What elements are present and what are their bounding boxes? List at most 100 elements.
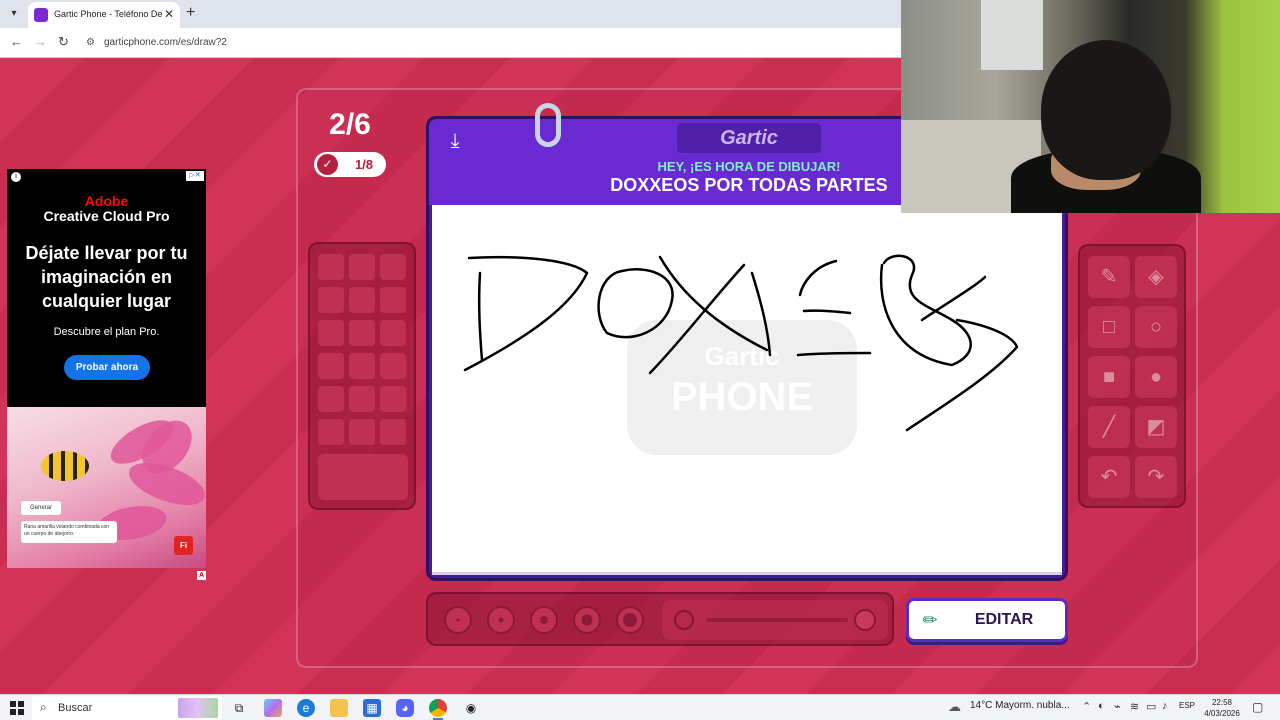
color-swatch[interactable] [380, 254, 406, 280]
ad-brand: Adobe [84, 193, 129, 209]
tray-chevron-icon[interactable]: ⌃ [1082, 700, 1091, 713]
search-icon: ⌕ [40, 700, 47, 714]
ad-cta-button[interactable]: Probar ahora [64, 355, 150, 380]
forward-icon[interactable]: → [34, 34, 47, 49]
task-view-icon[interactable]: ⧉ [230, 699, 248, 717]
color-swatch[interactable] [318, 254, 344, 280]
generate-button: Generar [21, 501, 61, 515]
line-icon[interactable]: ╱ [1088, 406, 1130, 448]
tab-search-icon[interactable]: ▾ [6, 6, 22, 22]
color-swatch[interactable] [349, 254, 375, 280]
canvas-drawing: Gartic PHONE [463, 254, 1019, 455]
eraser-icon[interactable]: ◈ [1135, 256, 1177, 298]
generate-prompt: Rana amarilla volando combinada con un c… [21, 521, 117, 543]
opacity-min-icon [674, 610, 694, 630]
back-icon[interactable]: ← [10, 34, 23, 49]
color-swatch[interactable] [380, 386, 406, 412]
gartic-logo: Gartic [677, 123, 821, 153]
tray-network-icon[interactable]: ⌁ [1114, 700, 1121, 713]
prompt-title: HEY, ¡ES HORA DE DIBUJAR! [657, 159, 841, 174]
discord-icon[interactable]: ◕ [396, 699, 414, 717]
weather-text[interactable]: 14°C Mayorm. nubla... [970, 700, 1070, 711]
brush-size-1[interactable] [444, 606, 472, 634]
tool-panel: ✎ ◈ □ ○ ■ ● ╱ ◩ ↶ ↷ [1078, 244, 1186, 508]
tray-wifi-icon[interactable]: ≋ [1130, 700, 1139, 713]
close-tab-icon[interactable]: ✕ [164, 7, 174, 21]
bee-frog-illustration [41, 451, 89, 481]
taskbar-search[interactable]: ⌕ Buscar [32, 696, 222, 720]
brush-size-3[interactable] [530, 606, 558, 634]
color-swatch[interactable] [318, 353, 344, 379]
fill-bucket-icon[interactable]: ◩ [1135, 406, 1177, 448]
copilot-icon[interactable] [264, 699, 282, 717]
ad-choices-icon[interactable]: ▷✕ [186, 171, 204, 181]
new-tab-button[interactable]: + [186, 4, 195, 22]
ad-image[interactable]: Generar Rana amarilla volando combinada … [7, 407, 206, 568]
edit-button-label: EDITAR [974, 611, 1034, 628]
tray-app-icon[interactable]: ◐ [1098, 700, 1105, 712]
edge-icon[interactable]: e [297, 699, 315, 717]
edit-button[interactable]: ✏ EDITAR [906, 598, 1068, 642]
turn-counter: 2/6 [329, 108, 371, 141]
webcam-window [981, 0, 1043, 70]
ad-headline: Déjate llevar por tu imaginación en cual… [25, 243, 188, 311]
color-swatch[interactable] [380, 353, 406, 379]
color-swatch[interactable] [349, 386, 375, 412]
notifications-icon[interactable]: ▢ [1252, 700, 1263, 714]
players-done-count: 1/8 [354, 157, 374, 172]
gartic-phone-watermark: Gartic PHONE [627, 320, 857, 455]
drawing-canvas[interactable]: Gartic PHONE [432, 205, 1062, 575]
chrome-icon[interactable] [429, 699, 447, 717]
pencil-icon[interactable]: ✎ [1088, 256, 1130, 298]
download-icon[interactable]: ⤓ [443, 129, 467, 153]
color-swatch[interactable] [349, 419, 375, 445]
site-info-icon[interactable]: ⚙ [86, 37, 95, 48]
reload-icon[interactable]: ↻ [58, 34, 69, 50]
circle-outline-icon[interactable]: ○ [1135, 306, 1177, 348]
weather-icon[interactable]: ☁ [948, 699, 961, 715]
color-swatch[interactable] [318, 419, 344, 445]
color-swatch[interactable] [349, 287, 375, 313]
opacity-slider[interactable] [662, 600, 888, 640]
pencil-icon: ✏ [922, 610, 938, 630]
square-outline-icon[interactable]: □ [1088, 306, 1130, 348]
windows-start-icon[interactable] [10, 701, 24, 715]
opacity-track[interactable] [706, 618, 848, 622]
color-swatch[interactable] [349, 320, 375, 346]
brush-size-5[interactable] [616, 606, 644, 634]
svg-text:PHONE: PHONE [671, 375, 813, 419]
store-icon[interactable]: ▦ [363, 699, 381, 717]
current-color-swatch[interactable] [318, 454, 408, 500]
adobe-ad[interactable]: i ▷✕ Adobe Creative Cloud Pro Déjate lle… [7, 169, 206, 568]
obs-icon[interactable]: ◉ [462, 699, 480, 717]
brush-size-2[interactable] [487, 606, 515, 634]
color-swatch[interactable] [380, 320, 406, 346]
firefly-logo-icon: Fi [174, 536, 193, 555]
check-icon: ✓ [317, 154, 338, 175]
tray-volume-icon[interactable]: ♪ [1162, 700, 1168, 712]
browser-tab[interactable]: Gartic Phone - Teléfono Descon ✕ [28, 2, 180, 28]
square-filled-icon[interactable]: ■ [1088, 356, 1130, 398]
tray-display-icon[interactable]: ▭ [1146, 700, 1156, 713]
ad-corner-badge[interactable]: A [197, 571, 206, 580]
redo-icon[interactable]: ↷ [1135, 456, 1177, 498]
search-highlight-image [178, 698, 218, 718]
url-text[interactable]: garticphone.com/es/draw?2 [104, 37, 227, 48]
file-explorer-icon[interactable] [330, 699, 348, 717]
players-done-pill: ✓ 1/8 [314, 152, 386, 177]
circle-filled-icon[interactable]: ● [1135, 356, 1177, 398]
color-swatch[interactable] [349, 353, 375, 379]
color-swatch[interactable] [318, 386, 344, 412]
color-swatch[interactable] [318, 320, 344, 346]
gartic-favicon-icon [34, 8, 48, 22]
clock[interactable]: 22:58 4/03/2026 [1200, 697, 1244, 719]
brush-size-4[interactable] [573, 606, 601, 634]
search-placeholder: Buscar [58, 702, 93, 714]
color-swatch[interactable] [380, 419, 406, 445]
opacity-max-icon[interactable] [854, 609, 876, 631]
language-indicator[interactable]: ESP [1179, 701, 1195, 710]
undo-icon[interactable]: ↶ [1088, 456, 1130, 498]
color-swatch[interactable] [318, 287, 344, 313]
color-swatch[interactable] [380, 287, 406, 313]
ad-info-icon[interactable]: i [11, 172, 21, 182]
